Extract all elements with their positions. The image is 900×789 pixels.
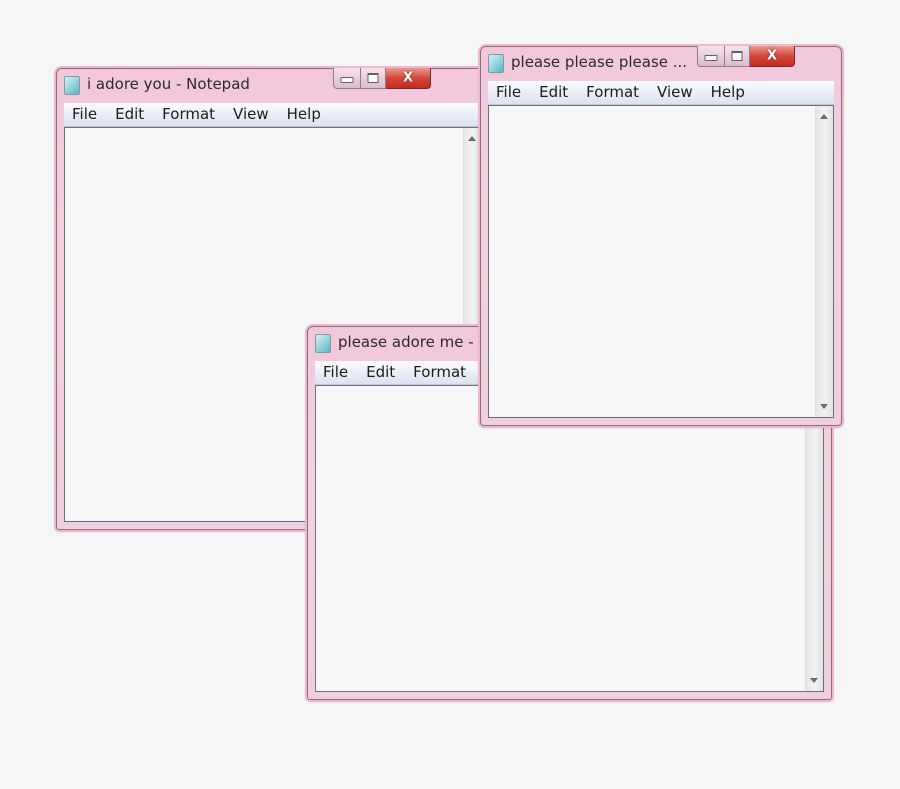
menu-edit[interactable]: Edit xyxy=(357,361,404,384)
minimize-button[interactable] xyxy=(333,68,361,89)
close-icon: X xyxy=(766,48,778,64)
scroll-up-icon[interactable] xyxy=(820,114,828,119)
scroll-up-icon[interactable] xyxy=(468,136,476,141)
window-title: please please please ... xyxy=(511,53,688,71)
title-bar[interactable]: i adore you - Notepad X xyxy=(57,68,489,99)
scroll-down-icon[interactable] xyxy=(810,678,818,683)
menu-edit[interactable]: Edit xyxy=(106,103,153,126)
maximize-icon xyxy=(731,51,743,61)
minimize-icon xyxy=(704,55,718,61)
menu-file[interactable]: File xyxy=(488,81,530,104)
minimize-button[interactable] xyxy=(697,46,725,67)
menu-format[interactable]: Format xyxy=(577,81,648,104)
notepad-icon xyxy=(64,76,80,95)
caption-buttons: X xyxy=(333,68,431,89)
menu-bar: File Edit Format View Help xyxy=(488,81,834,105)
notepad-icon xyxy=(488,54,504,73)
window-title: i adore you - Notepad xyxy=(87,75,250,93)
maximize-icon xyxy=(367,73,379,83)
maximize-button[interactable] xyxy=(361,68,386,89)
menu-view[interactable]: View xyxy=(224,103,278,126)
notepad-icon xyxy=(315,334,331,353)
menu-file[interactable]: File xyxy=(64,103,106,126)
title-bar[interactable]: please please please ... X xyxy=(481,46,841,77)
menu-format[interactable]: Format xyxy=(153,103,224,126)
text-editor[interactable] xyxy=(488,105,834,418)
menu-edit[interactable]: Edit xyxy=(530,81,577,104)
close-icon: X xyxy=(402,70,414,86)
scroll-down-icon[interactable] xyxy=(820,404,828,409)
vertical-scrollbar[interactable] xyxy=(805,386,823,691)
text-editor[interactable] xyxy=(315,385,824,692)
menu-help[interactable]: Help xyxy=(278,103,330,126)
caption-buttons: X xyxy=(697,46,795,67)
menu-format[interactable]: Format xyxy=(404,361,475,384)
menu-bar: File Edit Format View Help xyxy=(64,103,482,127)
menu-file[interactable]: File xyxy=(315,361,357,384)
close-button[interactable]: X xyxy=(750,46,795,67)
maximize-button[interactable] xyxy=(725,46,750,67)
close-button[interactable]: X xyxy=(386,68,431,89)
minimize-icon xyxy=(340,77,354,83)
menu-help[interactable]: Help xyxy=(702,81,754,104)
window-title: please adore me - xyxy=(338,333,474,351)
vertical-scrollbar[interactable] xyxy=(815,106,833,417)
menu-view[interactable]: View xyxy=(648,81,702,104)
notepad-window-please-please-please[interactable]: please please please ... X File Edit For… xyxy=(480,46,842,426)
